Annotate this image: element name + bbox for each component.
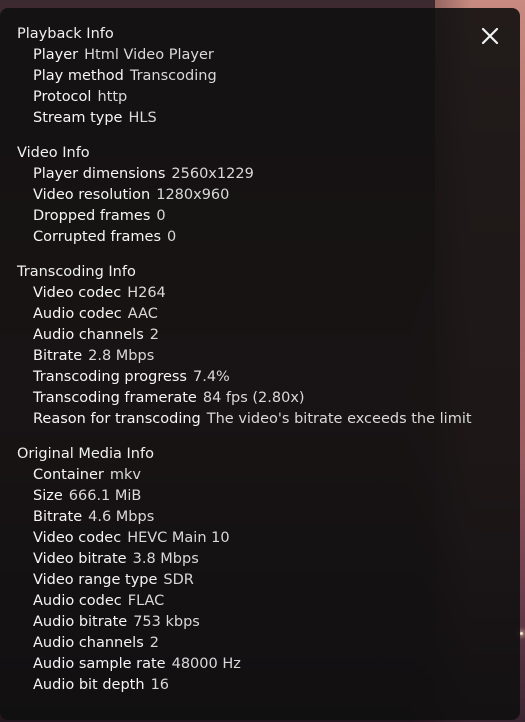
info-row: Size 666.1 MiB <box>17 486 520 507</box>
info-label: Play method <box>33 68 124 84</box>
info-label: Audio bit depth <box>33 677 145 693</box>
info-label: Dropped frames <box>33 208 151 224</box>
info-row: Audio codec AAC <box>17 304 520 325</box>
info-row: Video range type SDR <box>17 570 520 591</box>
info-value: HEVC Main 10 <box>127 530 230 546</box>
playback-info-panel: Playback Info Player Html Video Player Play… <box>0 8 520 720</box>
info-label: Transcoding framerate <box>33 390 197 406</box>
info-row: Audio bitrate 753 kbps <box>17 612 520 633</box>
info-value: SDR <box>163 572 194 588</box>
info-row: Dropped frames 0 <box>17 206 520 227</box>
info-row: Play method Transcoding <box>17 66 520 87</box>
section-title: Transcoding Info <box>17 264 136 280</box>
info-value: 3.8 Mbps <box>132 551 199 567</box>
info-value: Transcoding <box>129 68 217 84</box>
info-value: 4.6 Mbps <box>88 509 155 525</box>
info-value: AAC <box>127 306 158 322</box>
info-row: Audio channels 2 <box>17 325 520 346</box>
info-row: Audio sample rate 48000 Hz <box>17 654 520 675</box>
info-label: Size <box>33 488 63 504</box>
section-title: Original Media Info <box>17 446 154 462</box>
info-value: 2 <box>149 327 159 343</box>
section-title: Playback Info <box>17 26 114 42</box>
info-label: Player dimensions <box>33 166 166 182</box>
info-value: Html Video Player <box>84 47 214 63</box>
info-label: Video bitrate <box>33 551 127 567</box>
close-icon <box>481 27 499 45</box>
info-row: Video codec HEVC Main 10 <box>17 528 520 549</box>
info-row: Bitrate 2.8 Mbps <box>17 346 520 367</box>
info-section: Playback Info Player Html Video Player Play… <box>17 24 520 129</box>
info-label: Bitrate <box>33 509 83 525</box>
info-value: 1280x960 <box>156 187 230 203</box>
info-section: Original Media Info Container mkv Size 666.1… <box>17 444 520 696</box>
info-value: 84 fps (2.80x) <box>202 390 305 406</box>
info-value: 2560x1229 <box>171 166 254 182</box>
info-label: Protocol <box>33 89 92 105</box>
info-label: Video codec <box>33 530 122 546</box>
info-row: Transcoding progress 7.4% <box>17 367 520 388</box>
info-label: Reason for transcoding <box>33 411 201 427</box>
info-value: 7.4% <box>193 369 230 385</box>
info-value: H264 <box>127 285 166 301</box>
info-sections: Playback Info Player Html Video Player Play… <box>17 24 520 696</box>
info-row: Audio codec FLAC <box>17 591 520 612</box>
info-value: http <box>97 89 128 105</box>
info-label: Transcoding progress <box>33 369 187 385</box>
info-row: Transcoding framerate 84 fps (2.80x) <box>17 388 520 409</box>
video-player-screen: Playback Info Player Html Video Player Play… <box>0 0 525 722</box>
info-row: Audio bit depth 16 <box>17 675 520 696</box>
info-value: 16 <box>150 677 170 693</box>
info-row: Audio channels 2 <box>17 633 520 654</box>
info-row: Stream type HLS <box>17 108 520 129</box>
info-value: FLAC <box>127 593 165 609</box>
info-row: Container mkv <box>17 465 520 486</box>
info-label: Audio codec <box>33 593 122 609</box>
section-title: Video Info <box>17 145 90 161</box>
info-value: 48000 Hz <box>171 656 241 672</box>
info-label: Container <box>33 467 104 483</box>
info-value: 2.8 Mbps <box>88 348 155 364</box>
info-label: Audio bitrate <box>33 614 128 630</box>
info-value: The video's bitrate exceeds the limit <box>206 411 472 427</box>
info-value: 0 <box>167 229 177 245</box>
info-value: 2 <box>149 635 159 651</box>
info-row: Player Html Video Player <box>17 45 520 66</box>
close-button[interactable] <box>478 24 502 48</box>
info-label: Audio sample rate <box>33 656 166 672</box>
info-label: Video range type <box>33 572 158 588</box>
info-label: Video codec <box>33 285 122 301</box>
info-row: Video bitrate 3.8 Mbps <box>17 549 520 570</box>
info-row: Video resolution 1280x960 <box>17 185 520 206</box>
info-section: Video Info Player dimensions 2560x1229 Vide… <box>17 143 520 248</box>
info-row: Player dimensions 2560x1229 <box>17 164 520 185</box>
info-label: Corrupted frames <box>33 229 162 245</box>
video-highlight <box>520 632 523 635</box>
info-row: Video codec H264 <box>17 283 520 304</box>
info-label: Stream type <box>33 110 123 126</box>
info-label: Audio codec <box>33 306 122 322</box>
info-row: Bitrate 4.6 Mbps <box>17 507 520 528</box>
info-value: HLS <box>128 110 157 126</box>
info-label: Bitrate <box>33 348 83 364</box>
info-row: Reason for transcoding The video's bitrat… <box>17 409 520 430</box>
info-row: Corrupted frames 0 <box>17 227 520 248</box>
info-value: 753 kbps <box>133 614 200 630</box>
info-value: 666.1 MiB <box>68 488 142 504</box>
info-label: Audio channels <box>33 327 144 343</box>
info-section: Transcoding Info Video codec H264 Audio cod… <box>17 262 520 430</box>
info-value: 0 <box>156 208 166 224</box>
info-row: Protocol http <box>17 87 520 108</box>
info-value: mkv <box>109 467 141 483</box>
info-label: Player <box>33 47 79 63</box>
info-label: Video resolution <box>33 187 151 203</box>
info-label: Audio channels <box>33 635 144 651</box>
